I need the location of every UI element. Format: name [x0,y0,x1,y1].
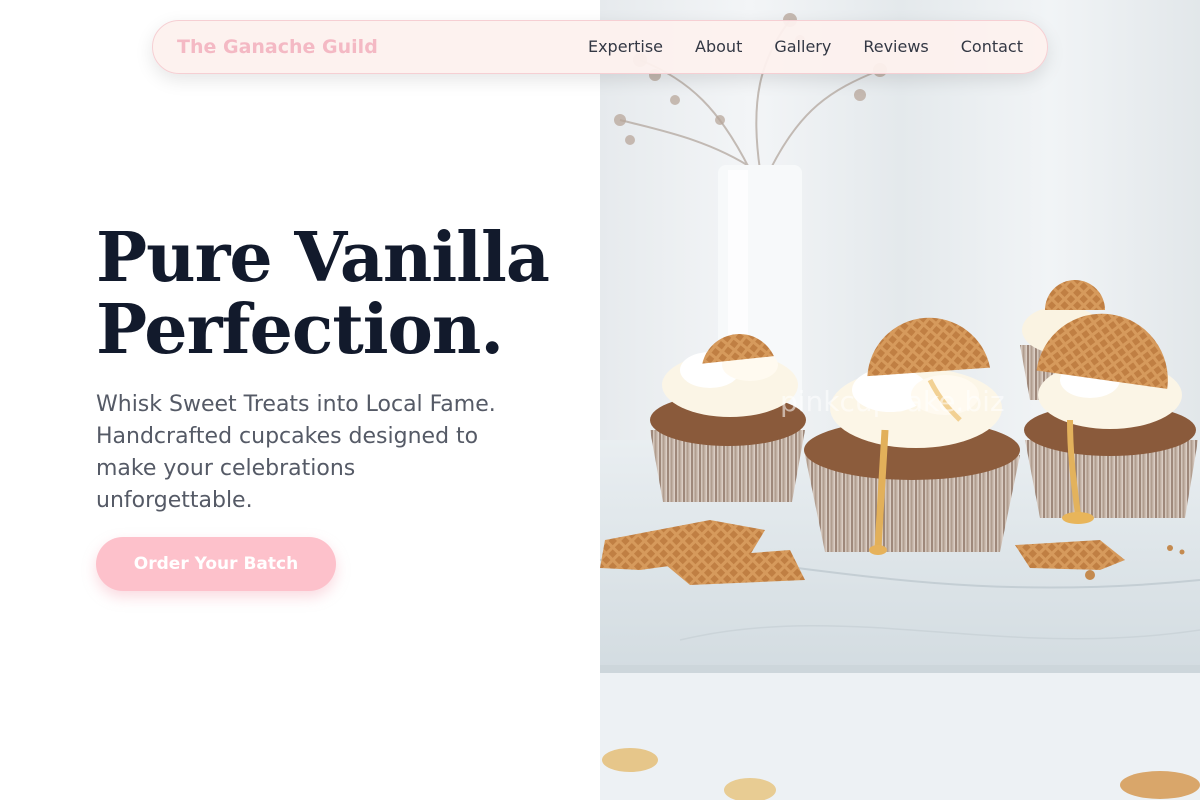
hero-photo: pinkcupcake.biz [600,0,1200,800]
nav-link-expertise[interactable]: Expertise [588,37,663,56]
nav-link-gallery[interactable]: Gallery [774,37,831,56]
brand-logo-text[interactable]: The Ganache Guild [177,36,378,58]
nav-link-contact[interactable]: Contact [961,37,1023,56]
order-batch-button[interactable]: Order Your Batch [96,537,336,591]
headline-line-1: Pure Vanilla [96,218,550,298]
nav-links: Expertise About Gallery Reviews Contact [588,37,1023,56]
photo-watermark: pinkcupcake.biz [780,385,1005,418]
headline-line-2: Perfection. [96,290,504,370]
nav-link-about[interactable]: About [695,37,742,56]
hero-subtitle: Whisk Sweet Treats into Local Fame. Hand… [96,392,496,513]
hero-left-panel: Pure Vanilla Perfection. Whisk Sweet Tre… [0,0,600,800]
hero-headline: Pure Vanilla Perfection. [96,222,576,366]
nav-link-reviews[interactable]: Reviews [863,37,928,56]
top-navbar: The Ganache Guild Expertise About Galler… [152,20,1048,74]
